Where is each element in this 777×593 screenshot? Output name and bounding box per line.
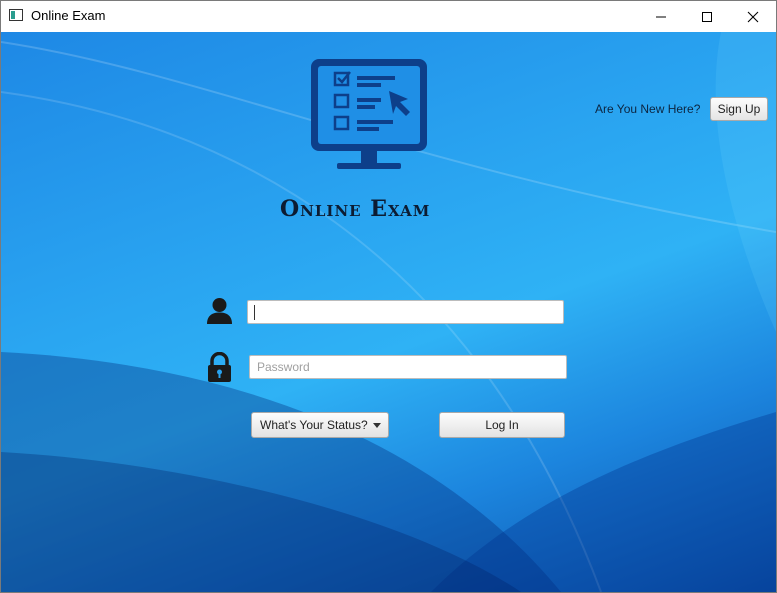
new-user-prompt: Are You New Here? — [595, 102, 701, 116]
close-icon — [747, 11, 759, 22]
minimize-button[interactable] — [638, 1, 684, 32]
text-cursor — [254, 305, 255, 320]
exam-monitor-icon — [311, 59, 427, 169]
lock-icon — [208, 352, 231, 382]
app-brand-title: Online Exam — [280, 196, 431, 222]
title-bar: Online Exam — [1, 1, 776, 32]
user-icon — [207, 298, 232, 324]
maximize-icon — [702, 11, 712, 22]
maximize-button[interactable] — [684, 1, 730, 32]
window-title: Online Exam — [31, 8, 106, 23]
app-icon — [9, 9, 23, 21]
chevron-down-icon — [373, 423, 381, 428]
sign-up-button[interactable]: Sign Up — [710, 97, 768, 121]
status-dropdown-label: What's Your Status? — [260, 418, 368, 432]
username-input[interactable] — [247, 300, 564, 324]
app-window: Online Exam Online Exam Are You New Here… — [0, 0, 777, 593]
login-panel: Online Exam Are You New Here? Sign Up Wh… — [1, 32, 776, 592]
password-input[interactable] — [249, 355, 567, 379]
status-dropdown[interactable]: What's Your Status? — [251, 412, 389, 438]
close-button[interactable] — [730, 1, 776, 32]
login-button[interactable]: Log In — [439, 412, 565, 438]
minimize-icon — [656, 16, 666, 17]
